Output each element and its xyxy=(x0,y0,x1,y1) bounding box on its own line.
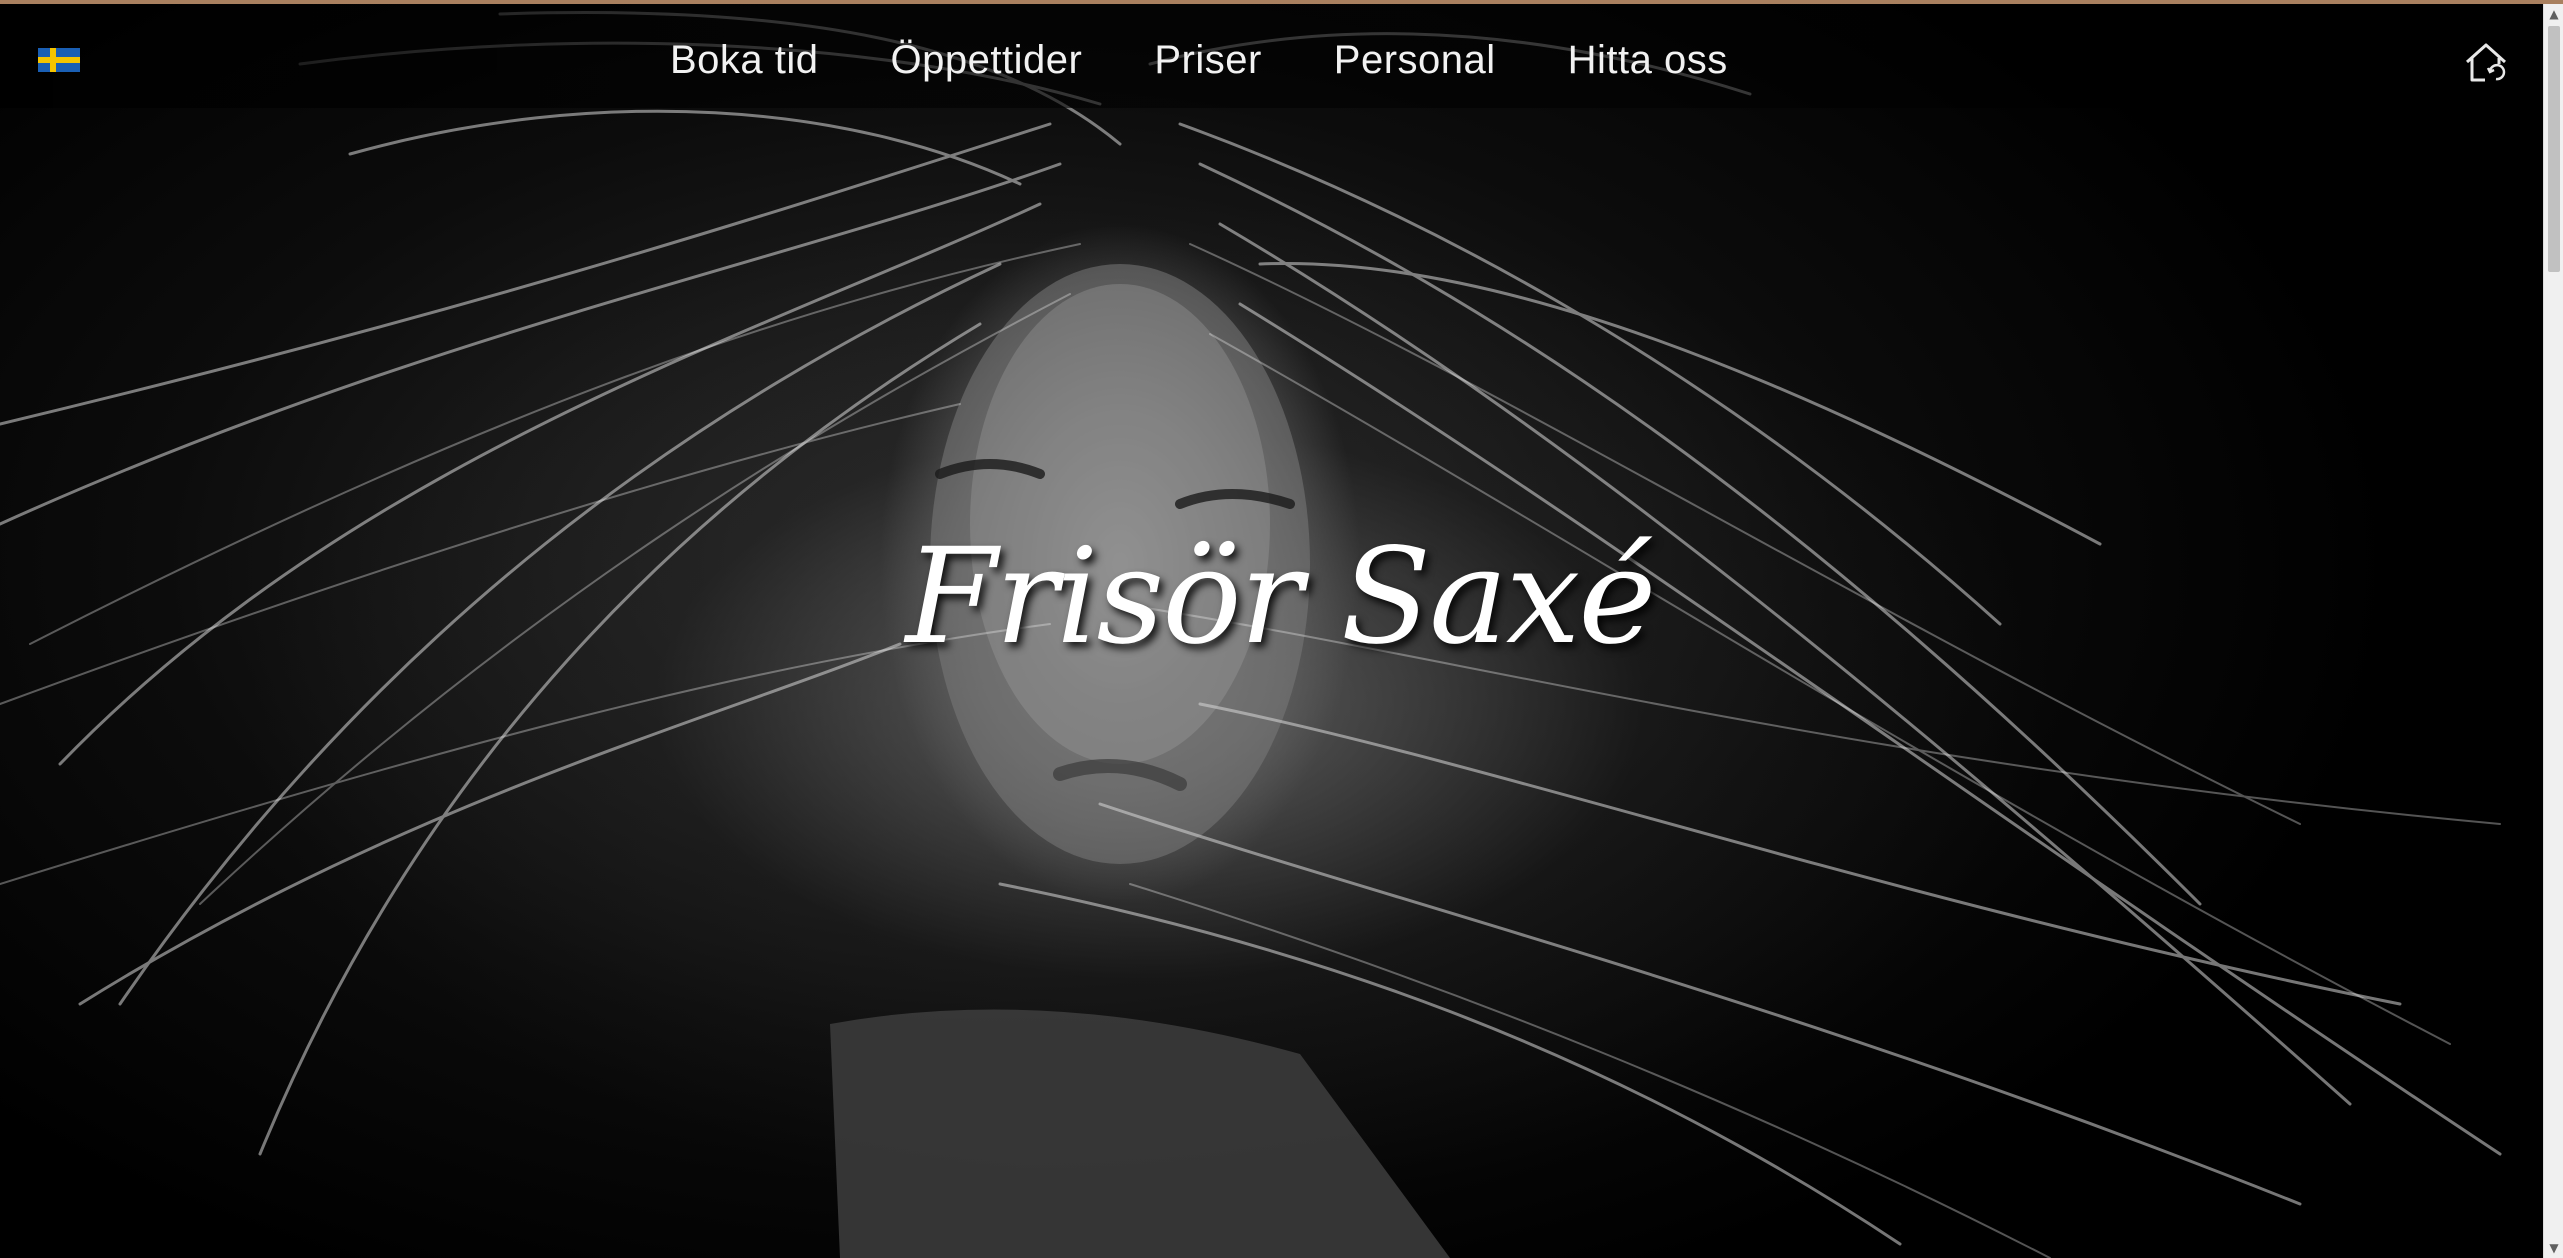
scroll-down-arrow-icon[interactable]: ▼ xyxy=(2544,1238,2563,1258)
swedish-flag-icon[interactable] xyxy=(38,48,80,72)
main-nav: Boka tid Öppettider Priser Personal Hitt… xyxy=(670,30,1728,90)
scroll-up-arrow-icon[interactable]: ▲ xyxy=(2544,4,2563,24)
top-navigation-bar: Boka tid Öppettider Priser Personal Hitt… xyxy=(0,4,2543,108)
page-scrollbar[interactable]: ▲ ▼ xyxy=(2543,4,2563,1258)
nav-link-priser[interactable]: Priser xyxy=(1154,38,1261,83)
flag-cross-horizontal xyxy=(38,57,80,63)
scrollbar-thumb[interactable] xyxy=(2548,26,2560,272)
home-icon[interactable] xyxy=(2463,40,2509,86)
page: Boka tid Öppettider Priser Personal Hitt… xyxy=(0,0,2563,1258)
hero-brand-title: Frisör Saxé xyxy=(905,520,1657,674)
nav-link-oppettider[interactable]: Öppettider xyxy=(891,38,1083,83)
flag-cross-vertical xyxy=(50,48,56,72)
nav-link-boka-tid[interactable]: Boka tid xyxy=(670,38,819,83)
nav-link-personal[interactable]: Personal xyxy=(1334,38,1496,83)
nav-link-hitta-oss[interactable]: Hitta oss xyxy=(1568,38,1728,83)
